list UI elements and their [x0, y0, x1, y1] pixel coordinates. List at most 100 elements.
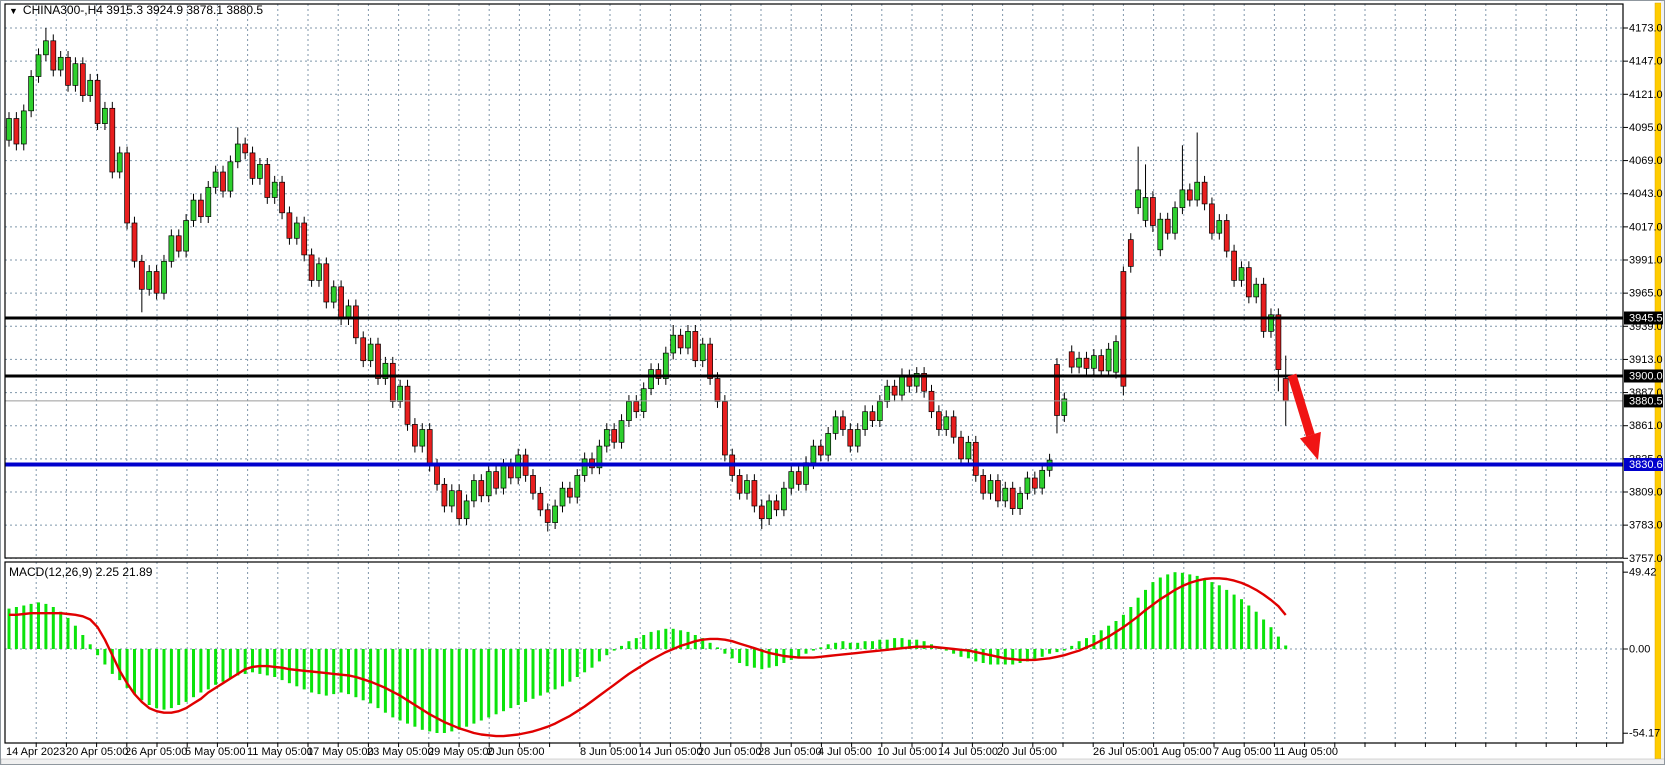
macd-bar — [982, 649, 985, 663]
macd-bar — [539, 649, 542, 696]
macd-bar — [746, 649, 749, 666]
macd-bar — [819, 647, 822, 649]
macd-bar — [849, 643, 852, 649]
window-chrome-bottom — [1, 759, 1665, 765]
macd-bar — [509, 649, 512, 708]
time-tick-label: 1 Aug 05:00 — [1153, 746, 1212, 758]
macd-bar — [657, 630, 660, 649]
macd-bar — [22, 606, 25, 650]
macd-bar — [413, 649, 416, 727]
price-tick-label: 3861.0 — [1629, 420, 1663, 432]
time-tick-label: 8 Jun 05:00 — [580, 746, 638, 758]
macd-bar — [1129, 607, 1132, 649]
macd-bar — [841, 641, 844, 649]
chart-canvas[interactable]: 4173.04147.04121.04095.04069.04043.04017… — [1, 1, 1665, 765]
mt4-chart-window: 4173.04147.04121.04095.04069.04043.04017… — [0, 0, 1665, 765]
time-tick-label: 20 Apr 05:00 — [66, 746, 128, 758]
macd-bar — [642, 635, 645, 649]
macd-bar — [709, 643, 712, 649]
candle — [693, 325, 698, 367]
macd-bar — [377, 649, 380, 708]
macd-bar — [1115, 621, 1118, 649]
candle — [228, 156, 233, 198]
macd-bar — [1070, 646, 1073, 649]
macd-tick-label: 0.00 — [1629, 644, 1650, 656]
candle — [132, 217, 137, 268]
macd-bar — [627, 641, 630, 649]
macd-bar — [472, 649, 475, 724]
macd-bar — [133, 649, 136, 694]
macd-bar — [1210, 582, 1213, 649]
macd-bar — [258, 649, 261, 674]
macd-bar — [59, 612, 62, 649]
macd-bar — [163, 649, 166, 710]
macd-bar — [576, 649, 579, 677]
macd-bar — [273, 649, 276, 677]
macd-bar — [620, 646, 623, 649]
macd-bar — [148, 649, 151, 705]
macd-bar — [332, 649, 335, 694]
macd-bar — [74, 626, 77, 649]
macd-bar — [236, 649, 239, 675]
svg-text:3900.0: 3900.0 — [1629, 371, 1663, 383]
macd-bar — [1277, 637, 1280, 649]
candle — [405, 380, 410, 431]
macd-bar — [1063, 649, 1066, 651]
macd-bar — [399, 649, 402, 721]
time-tick-label: 20 Jul 05:00 — [997, 746, 1057, 758]
macd-bar — [1092, 635, 1095, 649]
time-tick-label: 7 Aug 05:00 — [1213, 746, 1272, 758]
macd-bar — [89, 644, 92, 649]
macd-bar — [96, 649, 99, 655]
macd-bar — [1137, 598, 1140, 649]
macd-bar — [502, 649, 505, 711]
time-tick-label: 26 Jul 05:00 — [1093, 746, 1153, 758]
macd-bar — [421, 649, 424, 730]
macd-bar — [775, 649, 778, 666]
macd-bar — [524, 649, 527, 702]
time-tick-label: 29 May 05:00 — [428, 746, 495, 758]
macd-bar — [140, 649, 143, 700]
candle — [376, 338, 381, 385]
symbol-dropdown-icon[interactable]: ▼ — [9, 6, 18, 16]
candle — [1261, 278, 1266, 338]
macd-bar — [1011, 649, 1014, 665]
macd-bar — [1247, 606, 1250, 650]
price-tick-label: 4121.0 — [1629, 89, 1663, 101]
macd-bar — [1056, 649, 1059, 652]
macd-tick-label: -54.17 — [1629, 728, 1660, 740]
macd-bar — [288, 649, 291, 683]
macd-bar — [790, 649, 793, 660]
macd-bar — [214, 649, 217, 685]
macd-bar — [1174, 572, 1177, 649]
macd-bar — [532, 649, 535, 699]
price-tick-label: 3913.0 — [1629, 354, 1663, 366]
price-tick-label: 4173.0 — [1629, 23, 1663, 35]
macd-bar — [886, 640, 889, 649]
candle — [80, 57, 85, 102]
chart-title[interactable]: ▼CHINA300-,H4 3915.3 3924.9 3878.1 3880.… — [9, 3, 263, 17]
candle — [973, 436, 978, 482]
macd-bar — [495, 649, 498, 714]
price-tick-label: 4043.0 — [1629, 188, 1663, 200]
macd-bar — [303, 649, 306, 689]
macd-bar — [561, 649, 564, 686]
macd-bar — [103, 649, 106, 665]
time-tick-label: 10 Jul 05:00 — [877, 746, 937, 758]
macd-bar — [118, 649, 121, 680]
macd-bar — [878, 640, 881, 649]
price-tick-label: 4095.0 — [1629, 122, 1663, 134]
price-badge: 3945.5 — [1624, 312, 1663, 325]
macd-bar — [30, 604, 33, 649]
time-tick-label: 28 Jun 05:00 — [758, 746, 822, 758]
macd-bar — [753, 649, 756, 668]
macd-bar — [650, 632, 653, 649]
macd-bar — [177, 649, 180, 705]
time-axis[interactable]: 14 Apr 202320 Apr 05:0026 Apr 05:005 May… — [6, 746, 1338, 758]
candle — [302, 217, 307, 262]
macd-bar — [450, 649, 453, 731]
macd-bar — [281, 649, 284, 680]
macd-bar — [834, 643, 837, 649]
macd-bar — [1144, 590, 1147, 649]
time-tick-label: 2 Jun 05:00 — [487, 746, 545, 758]
